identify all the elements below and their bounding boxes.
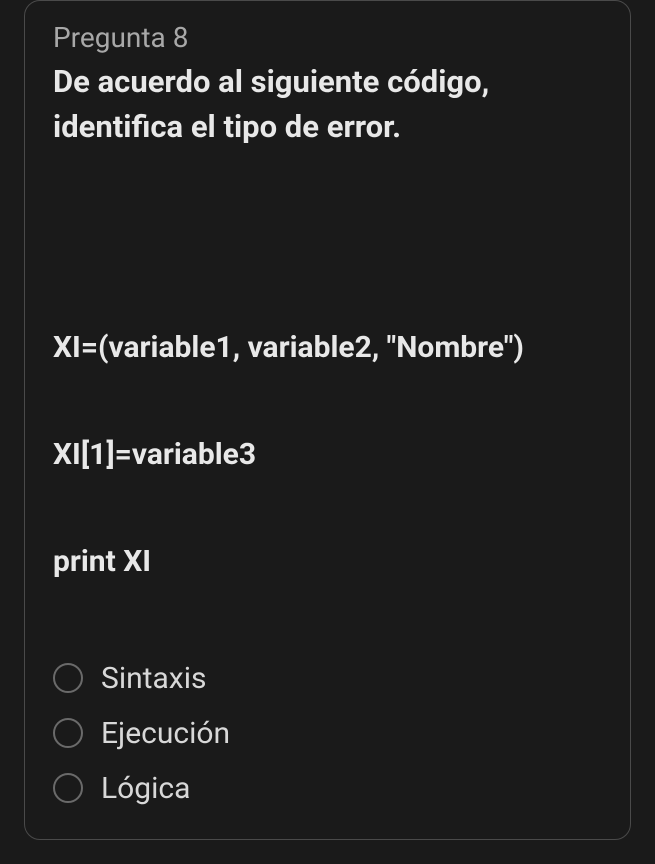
radio-icon [53, 718, 83, 748]
option-logica[interactable]: Lógica [53, 771, 602, 806]
radio-icon [53, 663, 83, 693]
code-block: XI=(variable1, variable2, "Nombre") XI[1… [53, 330, 602, 579]
code-line: XI[1]=variable3 [53, 437, 602, 472]
options-group: Sintaxis Ejecución Lógica [53, 661, 602, 806]
question-number-label: Pregunta 8 [53, 21, 602, 54]
option-label: Ejecución [101, 716, 230, 751]
option-label: Sintaxis [101, 661, 206, 696]
radio-icon [53, 773, 83, 803]
option-ejecucion[interactable]: Ejecución [53, 716, 602, 751]
option-sintaxis[interactable]: Sintaxis [53, 661, 602, 696]
question-title: De acuerdo al siguiente código, identifi… [53, 60, 602, 150]
code-line: print XI [53, 544, 602, 579]
option-label: Lógica [101, 771, 190, 806]
code-line: XI=(variable1, variable2, "Nombre") [53, 330, 602, 365]
question-card: Pregunta 8 De acuerdo al siguiente códig… [24, 0, 631, 840]
